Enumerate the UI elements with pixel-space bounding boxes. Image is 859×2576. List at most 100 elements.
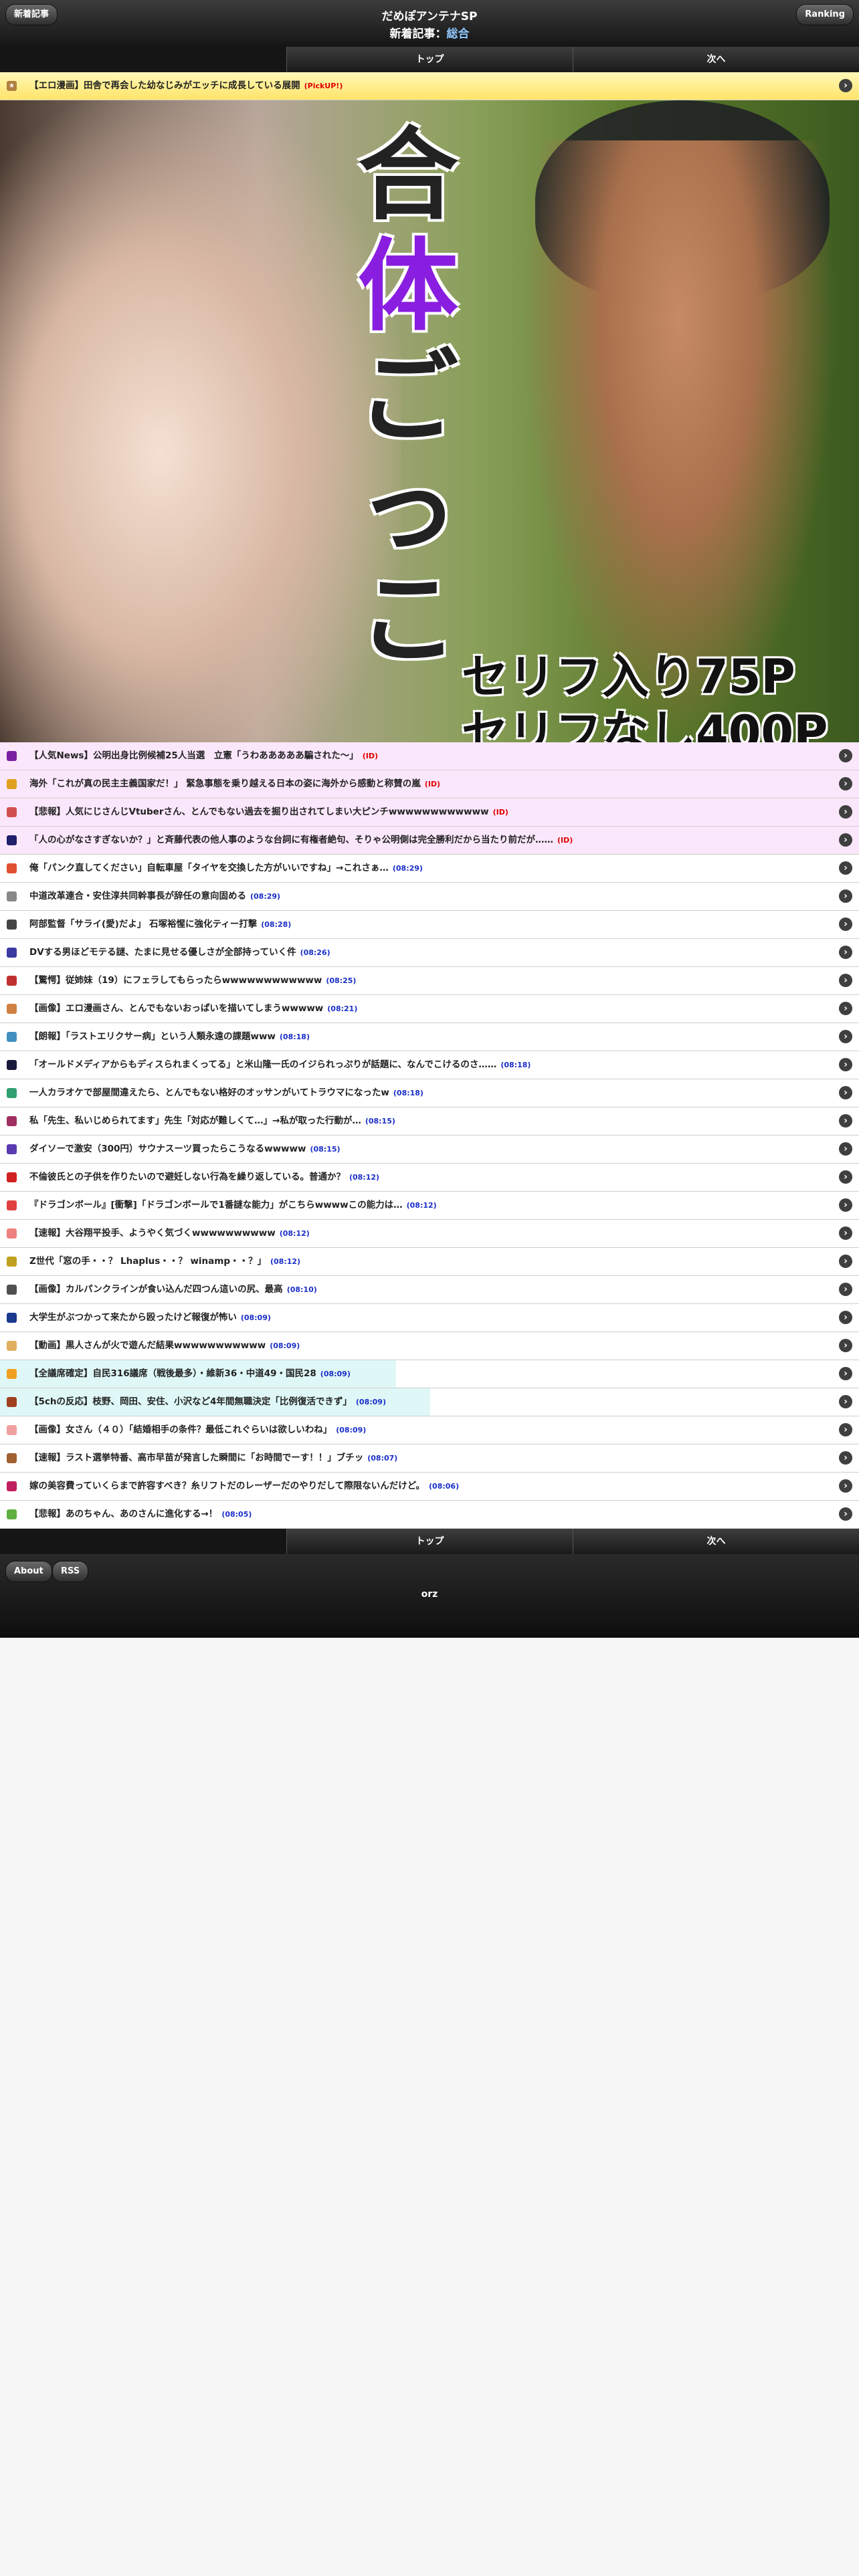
site-favicon-icon xyxy=(7,863,17,873)
chevron-right-icon: › xyxy=(839,1255,852,1268)
chevron-right-icon: › xyxy=(839,1002,852,1015)
list-item[interactable]: 海外「これが真の民主主義国家だ！」 緊急事態を乗り越える日本の姿に海外から感動と… xyxy=(0,770,859,798)
article-time: (08:05) xyxy=(221,1510,252,1519)
article-time: (08:09) xyxy=(270,1341,300,1350)
list-item[interactable]: 【驚愕】従姉妹（19）にフェラしてもらったらwwwwwwwwwwww (08:25… xyxy=(0,967,859,995)
article-time: (08:09) xyxy=(336,1426,367,1434)
site-favicon-icon xyxy=(7,1060,17,1070)
article-title: 【驚愕】従姉妹（19）にフェラしてもらったらwwwwwwwwwwww xyxy=(29,975,322,986)
subtitle-prefix: 新着記事： xyxy=(389,27,447,41)
chevron-right-icon: › xyxy=(839,749,852,762)
article-title: 嫁の美容費っていくらまで許容すべき？糸リフトだのレーザーだのやりだして際限ないん… xyxy=(29,1481,425,1491)
article-time: (08:06) xyxy=(429,1482,460,1491)
article-title: 阿部監督「サライ(愛)だよ」 石塚裕惺に強化ティー打撃 xyxy=(29,919,258,930)
site-favicon-icon xyxy=(7,1172,17,1182)
banner-title-char: 体 xyxy=(357,229,458,345)
list-item[interactable]: 「人の心がなさすぎないか？」と斉藤代表の他人事のような台詞に有権者絶句、そりゃ公… xyxy=(0,827,859,855)
article-label: 【画像】カルパンクラインが食い込んだ四つん這いの尻、最高 (08:10) xyxy=(29,1284,317,1295)
about-button[interactable]: About xyxy=(5,1561,52,1582)
pickup-icon: ★ xyxy=(7,81,17,91)
list-item[interactable]: 【人気News】公明出身比例候補25人当選 立憲「うわあああああ騙された〜」 (I… xyxy=(0,742,859,770)
article-time: (ID) xyxy=(557,836,573,845)
list-item[interactable]: 【5chの反応】枝野、岡田、安住、小沢など4年間無職決定「比例復活できず」 (08… xyxy=(0,1388,859,1416)
site-favicon-icon xyxy=(7,1116,17,1126)
list-item[interactable]: 大学生がぶつかって来たから殴ったけど報復が怖い (08:09) › xyxy=(0,1304,859,1332)
article-label: 『ドラゴンボール』[衝撃]「ドラゴンボールで1番謎な能力」がこちらwwwwこの能… xyxy=(29,1200,437,1210)
article-title: 【朗報】「ラストエリクサー病」という人類永遠の課題www xyxy=(29,1031,276,1042)
article-time: (08:07) xyxy=(367,1454,398,1463)
list-item[interactable]: 【画像】カルパンクラインが食い込んだ四つん這いの尻、最高 (08:10) › xyxy=(0,1276,859,1304)
header: 新着記事 だめぽアンテナSP 新着記事：総合 Ranking xyxy=(0,0,859,47)
banner-illustration-left xyxy=(0,100,401,742)
list-item[interactable]: 【悲報】あのちゃん、あのさんに進化する→！ (08:05) › xyxy=(0,1501,859,1529)
article-title: 【5chの反応】枝野、岡田、安住、小沢など4年間無職決定「比例復活できず」 xyxy=(29,1396,352,1407)
chevron-right-icon: › xyxy=(839,1030,852,1043)
category-link[interactable]: 総合 xyxy=(447,27,470,41)
list-item[interactable]: 嫁の美容費っていくらまで許容すべき？糸リフトだのレーザーだのやりだして際限ないん… xyxy=(0,1473,859,1501)
article-title: 海外「これが真の民主主義国家だ！」 緊急事態を乗り越える日本の姿に海外から感動と… xyxy=(29,778,421,789)
article-time: (08:29) xyxy=(250,892,281,901)
list-item[interactable]: 俺「パンク直してください」自転車屋「タイヤを交換した方がいいですね」→これさぁ…… xyxy=(0,855,859,883)
article-title: 不倫彼氏との子供を作りたいので避妊しない行為を繰り返している。普通か？ xyxy=(29,1172,345,1182)
list-item[interactable]: 【朗報】「ラストエリクサー病」という人類永遠の課題www (08:18) › xyxy=(0,1023,859,1051)
article-time: (08:09) xyxy=(320,1370,351,1378)
list-item[interactable]: 一人カラオケで部屋間違えたら、とんでもない格好のオッサンがいてトラウマになったw… xyxy=(0,1079,859,1107)
list-item[interactable]: 阿部監督「サライ(愛)だよ」 石塚裕惺に強化ティー打撃 (08:28) › xyxy=(0,911,859,939)
nav-top-button[interactable]: トップ xyxy=(286,47,573,72)
chevron-right-icon: › xyxy=(839,889,852,903)
list-item[interactable]: Z世代「窓の手・・？ Lhaplus・・？ winamp・・？」 (08:12) › xyxy=(0,1248,859,1276)
article-time: (08:09) xyxy=(355,1398,386,1406)
rss-button[interactable]: RSS xyxy=(52,1561,89,1582)
list-item[interactable]: 「オールドメディアからもディスられまくってる」と米山隆一氏のイジられっぷりが話題… xyxy=(0,1051,859,1079)
list-item[interactable]: 【全議席確定】自民316議席（戦後最多）・維新36・中道49・国民28 (08:0… xyxy=(0,1360,859,1388)
site-favicon-icon xyxy=(7,779,17,789)
site-favicon-icon xyxy=(7,1200,17,1210)
article-time: (08:12) xyxy=(349,1173,380,1182)
article-title: 『ドラゴンボール』[衝撃]「ドラゴンボールで1番謎な能力」がこちらwwwwこの能… xyxy=(29,1200,403,1210)
banner-title-char: ご xyxy=(357,340,458,456)
article-label: 【5chの反応】枝野、岡田、安住、小沢など4年間無職決定「比例復活できず」 (08… xyxy=(29,1396,386,1407)
site-favicon-icon xyxy=(7,1032,17,1042)
article-label: 【全議席確定】自民316議席（戦後最多）・維新36・中道49・国民28 (08:0… xyxy=(29,1368,351,1379)
chevron-right-icon: › xyxy=(839,1283,852,1296)
banner-caption: セリフ入り75P セリフなし400P xyxy=(462,649,850,742)
article-title: ダイソーで激安（300円）サウナスーツ買ったらこうなるwwwww xyxy=(29,1144,306,1154)
list-item[interactable]: 【動画】黒人さんが火で遊んだ結果wwwwwwwwwww (08:09) › xyxy=(0,1332,859,1360)
chevron-right-icon: › xyxy=(839,1395,852,1408)
list-item[interactable]: 『ドラゴンボール』[衝撃]「ドラゴンボールで1番謎な能力」がこちらwwwwこの能… xyxy=(0,1192,859,1220)
list-item[interactable]: DVする男ほどモテる謎、たまに見せる優しさが全部持っていく件 (08:26) › xyxy=(0,939,859,967)
article-title: 一人カラオケで部屋間違えたら、とんでもない格好のオッサンがいてトラウマになったw xyxy=(29,1087,389,1098)
footer: About RSS orz xyxy=(0,1554,859,1638)
list-item[interactable]: 【速報】大谷翔平投手、ようやく気づくwwwwwwwwww (08:12) › xyxy=(0,1220,859,1248)
site-title[interactable]: だめぽアンテナSP xyxy=(0,7,859,23)
site-favicon-icon xyxy=(7,1313,17,1323)
list-item[interactable]: 中道改革連合・安住淳共同幹事長が辞任の意向固める (08:29) › xyxy=(0,883,859,911)
chevron-right-icon: › xyxy=(839,1226,852,1240)
list-item[interactable]: 【悲報】人気にじさんじVtuberさん、とんでもない過去を掘り出されてしまい大ピ… xyxy=(0,798,859,827)
list-item[interactable]: 私「先生、私いじめられてます」先生「対応が難しくて…」→私が取った行動が… (08… xyxy=(0,1107,859,1136)
list-item[interactable]: 【速報】ラスト選挙特番、高市早苗が発言した瞬間に「お時間でーす！！」ブチッ (08… xyxy=(0,1444,859,1473)
article-label: 「人の心がなさすぎないか？」と斉藤代表の他人事のような台詞に有権者絶句、そりゃ公… xyxy=(29,835,573,845)
article-time: (08:12) xyxy=(270,1257,301,1266)
list-item[interactable]: 【画像】エロ漫画さん、とんでもないおっぱいを描いてしまうwwwww (08:21)… xyxy=(0,995,859,1023)
article-label: 「オールドメディアからもディスられまくってる」と米山隆一氏のイジられっぷりが話題… xyxy=(29,1059,531,1070)
ranking-button[interactable]: Ranking xyxy=(796,4,854,25)
banner-title-char: っ xyxy=(357,451,458,567)
page-subtitle: 新着記事：総合 xyxy=(0,24,859,41)
bottom-nav: トップ 次へ xyxy=(0,1529,859,1554)
article-title: 「オールドメディアからもディスられまくってる」と米山隆一氏のイジられっぷりが話題… xyxy=(29,1059,497,1070)
pickup-row[interactable]: ★ 【エロ漫画】田舎で再会した幼なじみがエッチに成長している展開 (PickUP!… xyxy=(0,72,859,100)
article-label: 【朗報】「ラストエリクサー病」という人類永遠の課題www (08:18) xyxy=(29,1031,310,1042)
article-title: 【画像】カルパンクラインが食い込んだ四つん這いの尻、最高 xyxy=(29,1284,283,1295)
article-title: 私「先生、私いじめられてます」先生「対応が難しくて…」→私が取った行動が… xyxy=(29,1115,361,1126)
nav-next-button[interactable]: 次へ xyxy=(573,47,859,72)
pickup-banner-image[interactable]: 合 体 ご っ こ セリフ入り75P セリフなし400P xyxy=(0,100,859,742)
article-time: (08:09) xyxy=(240,1313,271,1322)
list-item[interactable]: ダイソーで激安（300円）サウナスーツ買ったらこうなるwwwww (08:15) › xyxy=(0,1136,859,1164)
list-item[interactable]: 【画像】女さん（４０）「結婚相手の条件？最低これぐらいは欲しいわね」 (08:09… xyxy=(0,1416,859,1444)
article-title: 【動画】黒人さんが火で遊んだ結果wwwwwwwwwww xyxy=(29,1340,266,1351)
article-title: 【人気News】公明出身比例候補25人当選 立憲「うわあああああ騙された〜」 xyxy=(29,750,359,761)
list-item[interactable]: 不倫彼氏との子供を作りたいので避妊しない行為を繰り返している。普通か？ (08:1… xyxy=(0,1164,859,1192)
nav-next-button[interactable]: 次へ xyxy=(573,1529,859,1554)
nav-top-button[interactable]: トップ xyxy=(286,1529,573,1554)
